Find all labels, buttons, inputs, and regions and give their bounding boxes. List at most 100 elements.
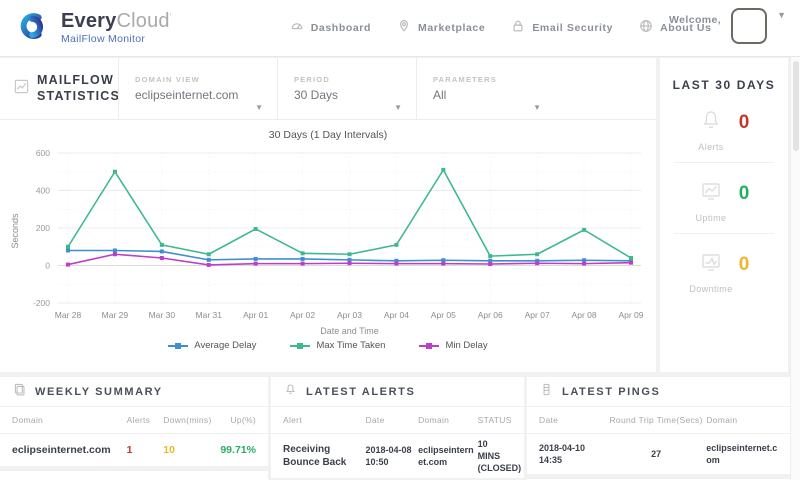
table-row[interactable]: eclipseinternet.com 1 10 99.71% — [0, 434, 268, 466]
domain-view-dropdown[interactable]: DOMAIN VIEW eclipseinternet.com ▼ — [119, 75, 277, 112]
dashboard-icon — [290, 19, 304, 38]
chevron-down-icon: ▼ — [394, 103, 402, 112]
parameters-dropdown[interactable]: PARAMETERS All ▼ — [417, 75, 555, 112]
svg-text:Apr 03: Apr 03 — [337, 310, 362, 320]
legend-item[interactable]: Max Time Taken — [290, 340, 385, 351]
alerts-count: 0 — [738, 111, 750, 133]
uptime-monitor-icon — [699, 179, 723, 208]
svg-text:Mar 28: Mar 28 — [55, 310, 82, 320]
rtt-cell: 27 — [651, 448, 662, 459]
status-cell: 10 MINS (CLOSED) — [477, 439, 522, 474]
table-row[interactable]: 2018-04-10 14:35 27 eclipseinternet.com — [527, 434, 790, 474]
svg-text:Apr 06: Apr 06 — [478, 310, 503, 320]
svg-text:Apr 07: Apr 07 — [525, 310, 550, 320]
uptime-count: 0 — [738, 182, 750, 204]
side-panel-title: LAST 30 DAYS — [672, 78, 776, 92]
chart-area: 30 Days (1 Day Intervals) 600 400 200 0 -200… — [0, 120, 656, 351]
scrollbar-track[interactable] — [790, 57, 800, 480]
svg-text:Apr 01: Apr 01 — [243, 310, 268, 320]
chart-legend: Average Delay Max Time Taken Min Delay — [0, 340, 656, 351]
chevron-down-icon: ▼ — [533, 103, 541, 112]
document-icon — [13, 383, 26, 401]
y-axis-label: Seconds — [10, 213, 20, 249]
alert-cell: Receiving Bounce Back — [283, 443, 347, 469]
latest-pings-title: LATEST PINGS — [562, 385, 661, 398]
bell-icon — [284, 383, 297, 401]
line-chart-icon — [14, 79, 29, 99]
table-row[interactable]: eclipseinternet.com 1 10 99.71% — [0, 471, 268, 480]
latest-pings-header-row: Date Round Trip Time(Secs) Domain — [527, 407, 790, 434]
svg-text:400: 400 — [36, 186, 50, 196]
user-menu-caret-icon[interactable]: ▼ — [777, 10, 786, 20]
brand-name: EveryCloud’ — [61, 10, 172, 33]
svg-text:Mar 31: Mar 31 — [196, 310, 223, 320]
period-dropdown[interactable]: PERIOD 30 Days ▼ — [278, 75, 416, 112]
filter-bar: MAILFLOW STATISTICS DOMAIN VIEW eclipsei… — [0, 57, 656, 120]
latest-alerts-header-row: Alert Date Domain STATUS — [271, 407, 524, 434]
x-axis-label: Date and Time — [320, 326, 379, 336]
domain-cell: eclipseinternet.com — [12, 444, 111, 456]
downtime-monitor-icon — [699, 250, 723, 279]
downtime-label: Downtime — [689, 284, 733, 294]
product-name: MailFlow Monitor — [61, 33, 146, 46]
legend-label: Min Delay — [445, 340, 488, 351]
legend-item[interactable]: Average Delay — [168, 340, 256, 351]
everycloud-logo-icon — [14, 7, 52, 50]
brand-logo[interactable]: EveryCloud’ MailFlow Monitor — [0, 7, 172, 50]
alerts-stat[interactable]: 0 Alerts — [660, 92, 788, 162]
svg-text:200: 200 — [36, 223, 50, 233]
legend-item[interactable]: Min Delay — [419, 340, 488, 351]
mailflow-statistics-panel: MAILFLOW STATISTICS DOMAIN VIEW eclipsei… — [0, 57, 656, 372]
legend-label: Average Delay — [194, 340, 257, 351]
legend-label: Max Time Taken — [316, 340, 386, 351]
legend-swatch — [168, 342, 189, 349]
svg-text:0: 0 — [45, 261, 50, 271]
latest-alerts-panel: LATEST ALERTS Alert Date Domain STATUS R… — [271, 377, 524, 480]
scrollbar-thumb[interactable] — [793, 61, 799, 151]
page-title-line1: MAILFLOW — [37, 72, 114, 87]
legend-swatch — [290, 342, 311, 349]
svg-text:Apr 08: Apr 08 — [572, 310, 597, 320]
user-area: Welcome, ▼ — [669, 8, 786, 44]
svg-text:Mar 30: Mar 30 — [149, 310, 176, 320]
weekly-summary-header-row: Domain Alerts Down(mins) Up(%) — [0, 407, 268, 434]
latest-pings-panel: LATEST PINGS Date Round Trip Time(Secs) … — [527, 377, 790, 480]
welcome-text: Welcome, — [669, 14, 722, 26]
nav-item-dashboard[interactable]: Dashboard — [290, 19, 371, 38]
page-title-line2: STATISTICS — [37, 88, 121, 103]
chart-title: 30 Days (1 Day Intervals) — [268, 129, 388, 141]
down-mins-cell: 10 — [163, 444, 175, 456]
avatar[interactable] — [731, 8, 768, 44]
svg-text:-200: -200 — [33, 298, 50, 308]
table-row[interactable]: Receiving Bounce Back 2018-04-08 10:50 e… — [271, 434, 524, 478]
pin-icon — [397, 19, 411, 38]
downtime-stat[interactable]: 0 Downtime — [660, 234, 788, 304]
lock-icon — [511, 19, 525, 38]
divider — [527, 474, 790, 479]
nav-item-marketplace[interactable]: Marketplace — [397, 19, 485, 38]
domain-cell: eclipseinternet.com — [706, 442, 778, 465]
downtime-count: 0 — [738, 253, 750, 275]
domain-cell: eclipseinternet.com — [418, 445, 474, 468]
weekly-summary-panel: WEEKLY SUMMARY Domain Alerts Down(mins) … — [0, 377, 268, 480]
mailflow-line-chart: 600 400 200 0 -200 Mar 28 Mar 29 Mar 30 Mar 31 Ap… — [10, 148, 644, 336]
main-nav: Dashboard Marketplace Email Security Abo… — [290, 19, 712, 38]
weekly-summary-title: WEEKLY SUMMARY — [35, 385, 163, 398]
bell-icon — [699, 108, 723, 137]
alerts-cell: 1 — [126, 444, 133, 456]
svg-text:Apr 04: Apr 04 — [384, 310, 409, 320]
latest-alerts-title: LATEST ALERTS — [306, 385, 416, 398]
chevron-down-icon: ▼ — [255, 103, 263, 112]
top-header: EveryCloud’ MailFlow Monitor Dashboard M… — [0, 0, 800, 57]
server-icon — [540, 383, 553, 401]
uptime-stat[interactable]: 0 Uptime — [660, 163, 788, 233]
nav-item-email-security[interactable]: Email Security — [511, 19, 613, 38]
date-cell: 2018-04-10 14:35 — [539, 442, 586, 465]
last-30-days-panel: LAST 30 DAYS 0 Alerts 0 Uptime 0 Downtim… — [660, 58, 788, 372]
date-cell: 2018-04-08 10:50 — [365, 445, 412, 468]
svg-text:Apr 02: Apr 02 — [290, 310, 315, 320]
legend-swatch — [419, 342, 440, 349]
up-percent-cell: 99.71% — [220, 444, 256, 456]
section-title: MAILFLOW STATISTICS — [0, 72, 121, 104]
svg-text:600: 600 — [36, 148, 50, 158]
